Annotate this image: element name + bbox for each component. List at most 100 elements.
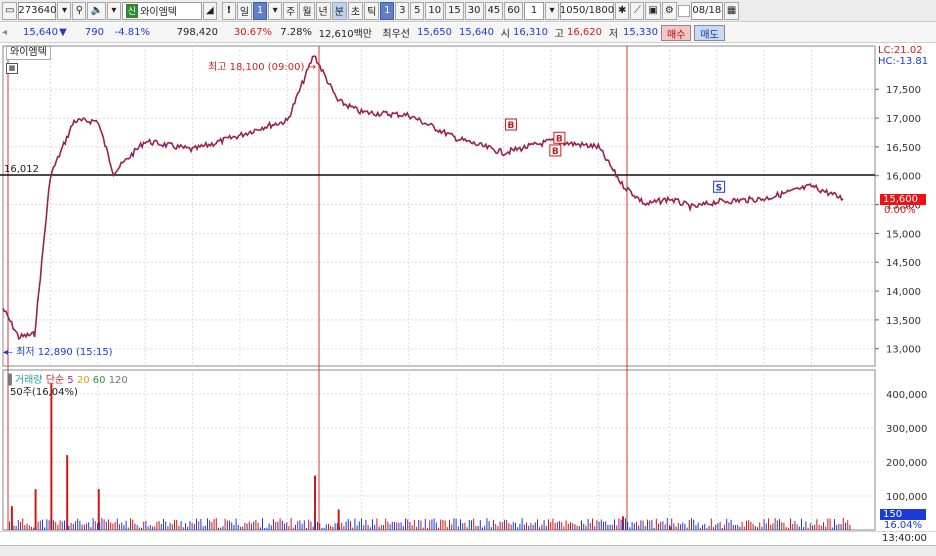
volume-bar [248,521,250,530]
volume-bar [603,521,604,530]
volume-bar [90,527,92,530]
alert-button[interactable]: ! [221,1,236,20]
minute-30[interactable]: 30 [464,1,484,20]
code-dropdown-icon[interactable]: ▾ [57,1,72,20]
volume-bar [81,524,83,530]
volume-bar [477,525,479,530]
price-tick-label: 17,000 [886,114,921,125]
volume-bar [640,520,642,530]
volume-bar [246,523,248,530]
volume-bar [721,527,723,530]
volume-bar [66,525,68,530]
volume-bar [537,519,538,530]
volume-bar [750,521,752,530]
period-dropdown-icon[interactable]: ▾ [268,1,283,20]
window-icon[interactable]: ▭ [2,1,18,20]
volume-bar [97,523,98,530]
date-input[interactable]: 08/18 [690,1,723,20]
stock-code-input[interactable]: 273640 [18,1,57,20]
minute-45[interactable]: 45 [484,1,504,20]
volume-bar [345,521,347,530]
buy-button[interactable]: 매수 [661,24,692,41]
tool-icon[interactable]: ⟋ [630,1,645,20]
volume-bar [504,519,505,530]
calendar-icon[interactable]: ▦ [723,1,740,20]
volume-bar [772,523,774,530]
fix-icon[interactable]: ✱ [615,1,630,20]
minute-60[interactable]: 60 [504,1,523,20]
volume-bar [105,521,107,530]
high-price: 16,620 [567,27,602,38]
stock-name-field[interactable]: 신 와이엠텍 [121,1,202,20]
speaker-icon[interactable]: 🔈 [87,1,106,20]
period-tick[interactable]: 틱 [364,1,380,20]
volume-bar [754,526,756,530]
minute-3[interactable]: 3 [395,1,410,20]
period-minute[interactable]: 분 [331,1,347,20]
current-pct-label: 0.00% [884,205,916,216]
volume-bar [785,527,787,530]
gear-icon[interactable]: ⚙ [661,1,677,20]
date-checkbox[interactable] [677,4,690,17]
volume-bar [638,525,640,530]
volume-tick-label: 300,000 [886,424,927,435]
minute-dropdown-icon[interactable]: ▾ [545,1,559,20]
volume-bar [343,526,345,530]
volume-bar [422,527,424,530]
volume-bar [838,523,840,530]
volume-bar [127,527,129,530]
volume-bar [270,525,272,530]
search-icon[interactable]: ⚲ [72,1,87,20]
minute-select[interactable]: 1 [524,1,544,20]
volume-bar [108,519,109,530]
name-dropdown-icon[interactable]: ◢ [202,1,217,20]
period-year[interactable]: 년 [315,1,331,20]
volume-bar [559,521,560,530]
period-second[interactable]: 초 [347,1,364,20]
price-tab-icon[interactable]: ◂ [0,27,8,38]
period-month[interactable]: 월 [299,1,315,20]
volume-bar [411,525,413,530]
volume-bar [607,525,609,530]
period-count[interactable]: 1 [253,1,268,20]
minute-1[interactable]: 1 [380,1,395,20]
volume-bar [418,519,420,530]
volume-bar [798,526,800,530]
volume-bar [413,519,415,530]
minute-10[interactable]: 10 [425,1,445,20]
volume-bar [849,524,851,530]
volume-bar [460,519,461,530]
volume-bar [847,520,849,530]
save-icon[interactable]: ▣ [645,1,661,20]
chevron-down-icon[interactable]: ▾ [106,1,121,20]
volume-tick-label: 100,000 [886,492,927,503]
volume-bar [446,527,448,530]
volume-bar [229,520,230,530]
chart-scrollbar[interactable] [0,545,936,556]
volume-bar [618,518,620,530]
volume-bar [770,524,772,530]
data-count-input[interactable]: 1050/1800 [560,1,614,20]
chart-canvas[interactable]: 17,50017,00016,50016,00015,50015,00014,5… [0,44,936,532]
volume-bar [299,520,301,530]
toolbar: ▭ 273640 ▾ ⚲ 🔈 ▾ 신 와이엠텍 ◢ ! 일 1 ▾ 주 월 년 … [0,0,936,22]
volume-bar [323,527,325,530]
volume-bar [158,521,160,530]
period-week[interactable]: 주 [283,1,299,20]
period-day[interactable]: 일 [236,1,253,20]
minute-15[interactable]: 15 [445,1,464,20]
grid-icon[interactable]: ▦ [6,63,18,74]
volume-bar [435,522,437,530]
minute-5[interactable]: 5 [410,1,425,20]
chart-area[interactable]: 17,500 17,000 16,500 16,000 15,500 15,000 14,5… [0,44,936,544]
volume-bar [17,519,19,530]
volume-bar [433,518,435,530]
volume-bar [198,521,200,530]
volume-bar [673,523,675,530]
sell-button[interactable]: 매도 [694,24,725,41]
volume-bar [244,522,246,530]
volume-bar [332,526,334,530]
price-tick-label: 17,500 [886,85,921,96]
volume-bar [545,526,547,530]
ratio: 7.28% [280,27,312,38]
